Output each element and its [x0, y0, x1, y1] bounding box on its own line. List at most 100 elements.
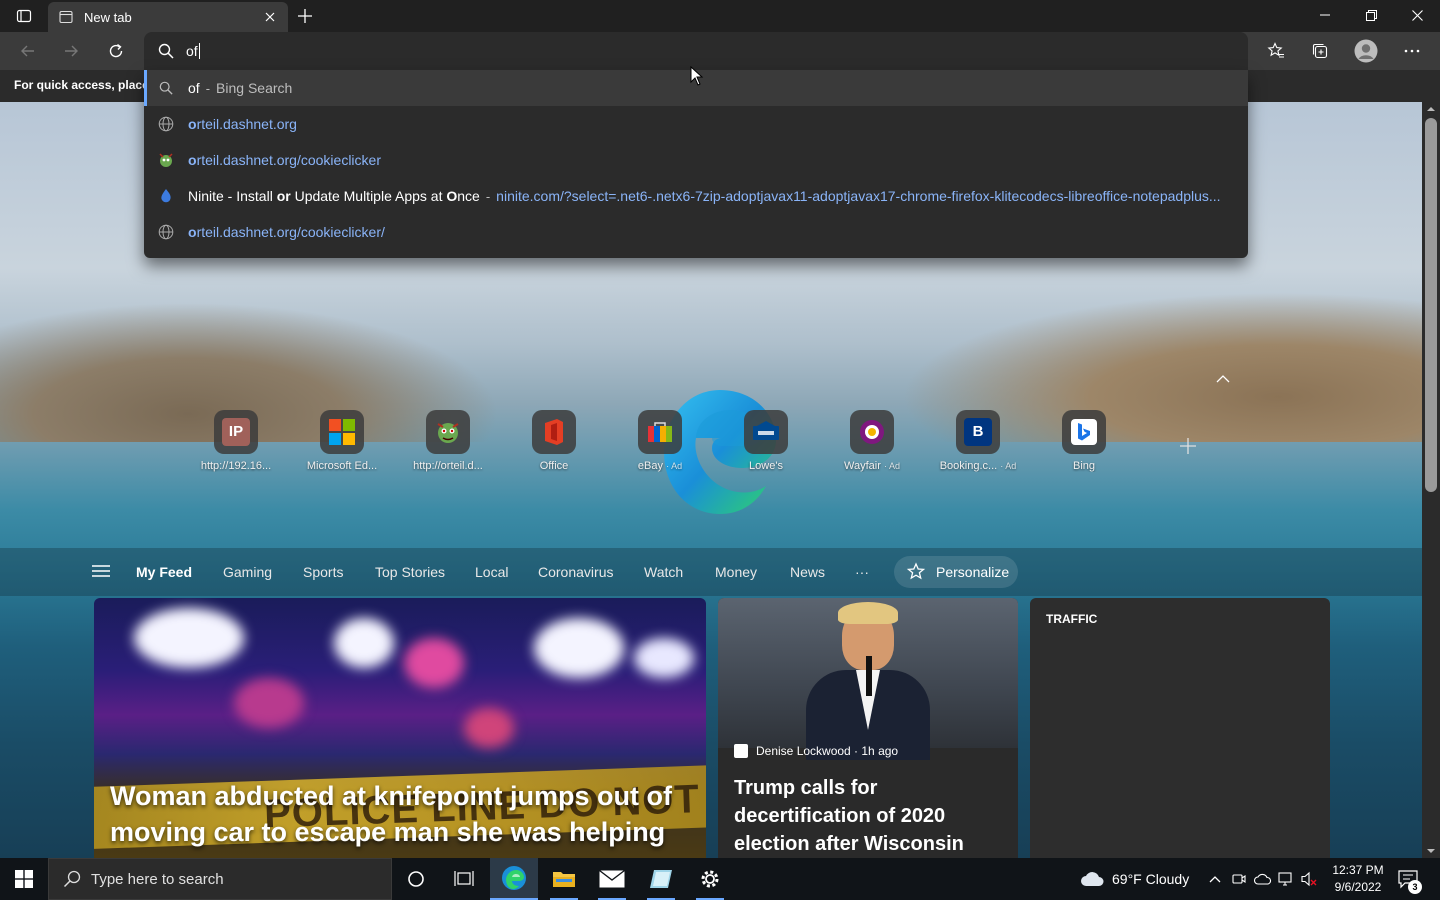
ip-icon: IP — [214, 410, 258, 454]
quick-link-lowes[interactable]: Lowe's — [720, 410, 812, 480]
feed-tab-news[interactable]: News — [790, 564, 825, 580]
feed-tab-coronavirus[interactable]: Coronavirus — [538, 564, 613, 580]
quick-link-orteil[interactable]: http://orteil.d... — [402, 410, 494, 480]
feed-tab-my-feed[interactable]: My Feed — [136, 564, 192, 580]
folder-icon — [553, 872, 575, 887]
feed-tab-sports[interactable]: Sports — [303, 564, 343, 580]
suggestion-history[interactable]: Ninite - Install or Update Multiple Apps… — [144, 178, 1248, 214]
quick-link-ip[interactable]: IP http://192.16... — [190, 410, 282, 480]
refresh-button[interactable] — [101, 36, 131, 66]
quick-link-bing[interactable]: Bing — [1038, 410, 1130, 480]
taskbar-mail[interactable] — [588, 858, 636, 900]
suggestion-url[interactable]: orteil.dashnet.org/cookieclicker — [144, 142, 1248, 178]
minimize-button[interactable] — [1302, 0, 1348, 30]
quick-link-label: http://192.16... — [200, 460, 272, 472]
feed-tab-local[interactable]: Local — [475, 564, 508, 580]
task-view-button[interactable] — [440, 858, 488, 900]
quick-link-wayfair[interactable]: Wayfair · Ad — [826, 410, 918, 480]
feed-tab-watch[interactable]: Watch — [644, 564, 683, 580]
forward-button[interactable] — [56, 36, 86, 66]
close-window-button[interactable] — [1394, 0, 1440, 30]
system-clock[interactable]: 12:37 PM 9/6/2022 — [1326, 862, 1390, 896]
favorites-icon[interactable] — [1261, 36, 1291, 66]
news-photo — [718, 598, 1018, 760]
scroll-up-icon[interactable] — [1426, 104, 1436, 114]
add-quick-link-button[interactable] — [1174, 432, 1202, 460]
news-card-title[interactable]: Trump calls for decertification of 2020 … — [734, 774, 1010, 858]
gear-icon — [701, 870, 719, 888]
close-tab-icon[interactable] — [262, 9, 278, 25]
address-input[interactable]: of — [186, 43, 198, 59]
ninite-icon — [158, 188, 174, 204]
news-source: Denise Lockwood · 1h ago — [734, 744, 898, 758]
cookie-clicker-icon — [158, 152, 174, 168]
tab-title: New tab — [84, 9, 132, 25]
suggestion-url-text: rteil.dashnet.org/cookieclicker/ — [196, 224, 385, 240]
suggestion-source: Bing Search — [216, 80, 293, 96]
quick-link-label: eBay — [637, 460, 663, 472]
taskbar-file-explorer[interactable] — [540, 858, 588, 900]
profile-avatar[interactable] — [1351, 36, 1381, 66]
network-icon[interactable] — [1278, 870, 1296, 888]
weather-widget[interactable]: 69°F Cloudy — [1080, 858, 1189, 900]
windows-icon — [15, 870, 33, 888]
clock-date: 9/6/2022 — [1334, 880, 1382, 894]
tab-actions-icon[interactable] — [8, 5, 40, 27]
start-button[interactable] — [0, 858, 48, 900]
collapse-quick-links-icon[interactable] — [1212, 370, 1234, 388]
task-view-icon — [454, 871, 474, 886]
feed-more-button[interactable]: ··· — [855, 564, 869, 580]
scroll-down-icon[interactable] — [1426, 846, 1436, 856]
cortana-button[interactable] — [392, 858, 440, 900]
booking-icon: B — [956, 410, 1000, 454]
bing-icon — [1062, 410, 1106, 454]
globe-icon — [158, 116, 174, 132]
onedrive-icon[interactable] — [1254, 870, 1272, 888]
text-caret — [198, 43, 200, 59]
feed-tab-money[interactable]: Money — [715, 564, 757, 580]
settings-more-icon[interactable] — [1397, 36, 1427, 66]
news-card-main[interactable]: POLICE LINE DO NOT CROSS Woman abducted … — [94, 598, 706, 858]
taskbar-search-box[interactable]: Type here to search — [48, 858, 392, 900]
taskbar-app[interactable] — [637, 858, 685, 900]
feed-tab-gaming[interactable]: Gaming — [223, 564, 272, 580]
search-icon — [158, 43, 174, 59]
taskbar-settings[interactable] — [686, 858, 734, 900]
taskbar-edge[interactable] — [490, 858, 538, 900]
globe-icon — [158, 224, 174, 240]
police-light — [634, 638, 694, 678]
police-light — [334, 618, 394, 668]
quick-link-microsoft[interactable]: Microsoft Ed... — [296, 410, 388, 480]
feed-tab-top-stories[interactable]: Top Stories — [375, 564, 445, 580]
cloud-icon — [1081, 872, 1104, 886]
edge-icon — [502, 866, 526, 890]
paper-app-icon — [650, 870, 672, 888]
quick-link-office[interactable]: Office — [508, 410, 600, 480]
scrollbar-thumb[interactable] — [1425, 118, 1437, 492]
feed-navigation: My Feed Gaming Sports Top Stories Local … — [0, 548, 1422, 596]
news-card-secondary[interactable]: Denise Lockwood · 1h ago Trump calls for… — [718, 598, 1018, 858]
suggestion-title: Ninite - Install or Update Multiple Apps… — [188, 188, 480, 204]
taskbar-search-placeholder: Type here to search — [91, 870, 224, 888]
news-card-title[interactable]: Woman abducted at knifepoint jumps out o… — [110, 778, 700, 850]
hamburger-menu-icon[interactable] — [92, 564, 112, 580]
show-hidden-icons-icon[interactable] — [1206, 870, 1224, 888]
restore-button[interactable] — [1348, 0, 1394, 30]
address-bar[interactable]: of — [144, 32, 1248, 70]
traffic-card[interactable]: TRAFFIC — [1030, 598, 1330, 858]
quick-link-ebay[interactable]: eBay · Ad — [614, 410, 706, 480]
wayfair-icon — [850, 410, 894, 454]
back-button[interactable] — [13, 36, 43, 66]
suggestion-url[interactable]: orteil.dashnet.org/cookieclicker/ — [144, 214, 1248, 250]
volume-muted-icon[interactable] — [1300, 870, 1318, 888]
tab-new-tab[interactable]: New tab — [48, 2, 288, 32]
meet-now-icon[interactable] — [1230, 870, 1248, 888]
quick-link-label: Microsoft Ed... — [306, 460, 378, 472]
new-tab-button[interactable] — [292, 4, 318, 28]
police-light — [534, 618, 624, 678]
suggestion-url[interactable]: orteil.dashnet.org — [144, 106, 1248, 142]
quick-link-booking[interactable]: B Booking.c... · Ad — [932, 410, 1024, 480]
collections-icon[interactable] — [1305, 36, 1335, 66]
clock-time: 12:37 PM — [1332, 863, 1384, 877]
personalize-button[interactable]: Personalize — [894, 556, 1018, 588]
